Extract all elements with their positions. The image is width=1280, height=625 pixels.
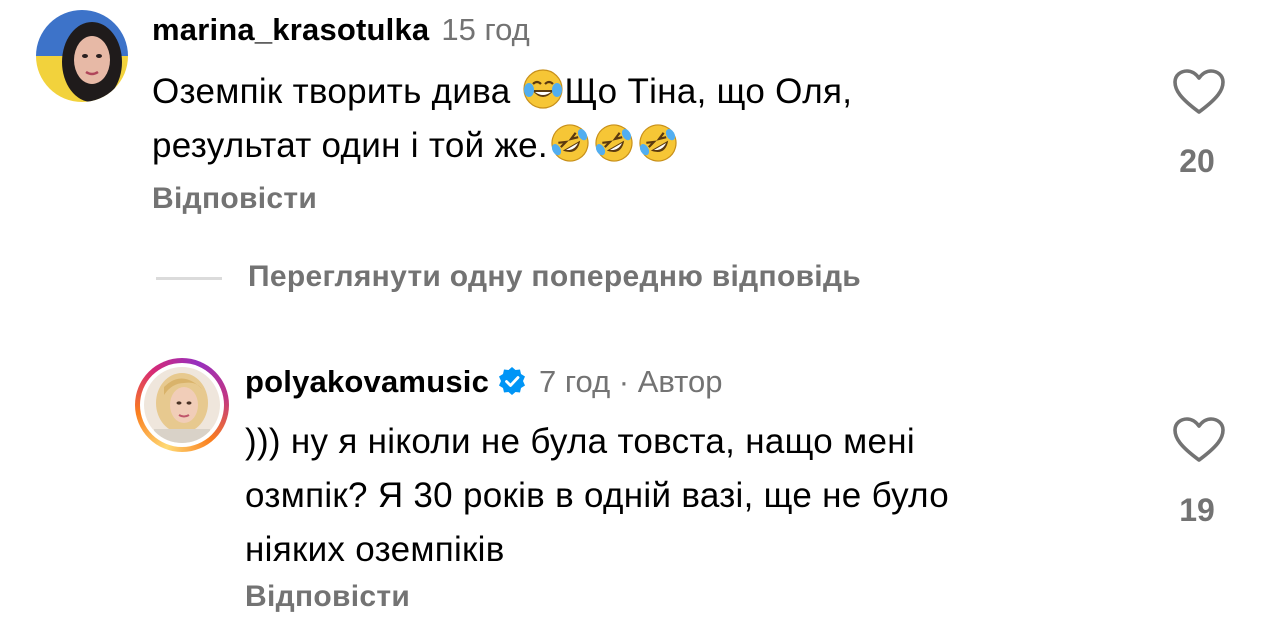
avatar-image [144,367,220,443]
reply-button[interactable]: Відповісти [152,182,317,216]
comment-text-part: результат один і той же. [152,126,548,165]
reply-button[interactable]: Відповісти [245,580,410,614]
verified-badge-icon [497,366,527,396]
comment-text-part: Що Тіна, що Оля, [564,72,853,111]
heart-outline-icon[interactable] [1172,68,1226,116]
thread-divider [156,277,222,280]
avatar-polyakovamusic[interactable] [135,358,229,452]
comment-text: Оземпік творить дива Що Тіна, що Оля, ре… [152,65,1052,173]
comment-text-line: ))) ну я ніколи не була товста, нащо мен… [245,422,915,461]
comment-text: ))) ну я ніколи не була товста, нащо мен… [245,415,1145,577]
comment-text-line: ніяких оземпіків [245,530,505,569]
face-with-tears-of-joy-icon [522,68,564,110]
timestamp: 15 год [441,12,530,47]
like-count: 19 [1179,492,1215,528]
like-count: 20 [1179,143,1215,179]
avatar-marina[interactable] [36,10,128,102]
username-link[interactable]: polyakovamusic [245,364,489,399]
rolling-on-the-floor-laughing-icon [593,122,635,164]
heart-outline-icon[interactable] [1172,416,1226,464]
comment-text-line: озмпік? Я 30 років в одній вазі, ще не б… [245,476,950,515]
rolling-on-the-floor-laughing-icon [549,122,591,164]
comment-header: polyakovamusic 7 год · Автор [245,364,723,400]
username-link[interactable]: marina_krasotulka [152,12,429,47]
comment-text-part: Оземпік творить дива [152,72,521,111]
rolling-on-the-floor-laughing-icon [637,122,679,164]
view-previous-reply-button[interactable]: Переглянути одну попередню відповідь [248,260,861,294]
comment-header: marina_krasotulka 15 год [152,12,530,48]
avatar-image [36,10,128,102]
timestamp-author-label: 7 год · Автор [539,364,723,399]
